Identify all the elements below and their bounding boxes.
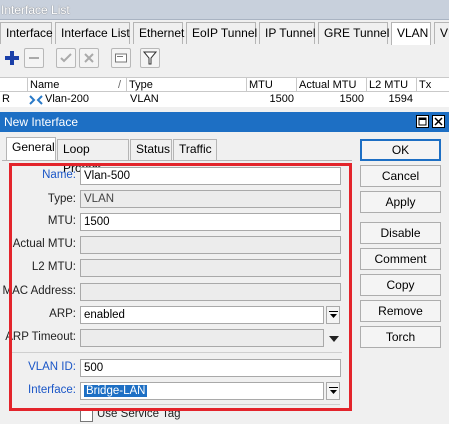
add-button[interactable]	[2, 48, 22, 68]
arp-timeout-expand-button[interactable]	[329, 334, 339, 346]
disable-icon	[84, 53, 94, 63]
interface-selected-value: Bridge-LAN	[84, 385, 148, 397]
ok-button[interactable]: OK	[360, 139, 441, 161]
column-mtu[interactable]: MTU	[247, 78, 297, 92]
tab-ip-tunnel[interactable]: IP Tunnel	[259, 22, 315, 44]
triangle-down-icon	[329, 336, 339, 342]
row-name: Vlan-200	[45, 93, 90, 105]
interface-list-toolbar	[0, 47, 449, 71]
new-interface-title-bar[interactable]: New Interface	[0, 112, 449, 132]
actual-mtu-label: Actual MTU:	[12, 238, 76, 250]
name-field[interactable]: Vlan-500	[80, 167, 341, 185]
tab-loop-protect[interactable]: Loop Protect	[57, 139, 129, 175]
mtu-label: MTU:	[47, 215, 76, 227]
maximize-button[interactable]	[416, 115, 429, 128]
interface-select[interactable]: Bridge-LAN	[80, 382, 324, 400]
l2-mtu-field	[80, 259, 341, 277]
column-actual-mtu[interactable]: Actual MTU	[297, 78, 367, 92]
interface-label: Interface:	[28, 384, 76, 396]
close-button[interactable]	[432, 115, 445, 128]
dialog-title: New Interface	[4, 115, 79, 129]
copy-button[interactable]: Copy	[360, 274, 441, 296]
mtu-field[interactable]: 1500	[80, 213, 341, 231]
type-label: Type:	[47, 193, 76, 205]
arp-select[interactable]: enabled	[80, 306, 324, 324]
column-sort-indicator: /	[116, 78, 127, 92]
disable-button[interactable]: Disable	[360, 222, 441, 244]
vlan-id-label: VLAN ID:	[28, 361, 76, 373]
arp-timeout-label: ARP Timeout:	[5, 331, 76, 343]
enable-button[interactable]	[56, 48, 76, 68]
tab-divider	[2, 160, 352, 161]
tab-gre-tunnel[interactable]: GRE Tunnel	[318, 22, 389, 44]
comment-icon	[115, 53, 127, 63]
column-tx[interactable]: Tx	[417, 78, 449, 92]
l2-mtu-label: L2 MTU:	[31, 261, 76, 273]
interface-list-title: Interface List	[1, 3, 70, 17]
enable-icon	[60, 53, 72, 63]
type-field: VLAN	[80, 190, 341, 208]
interface-dropdown-button[interactable]	[326, 382, 340, 400]
filter-button[interactable]	[140, 48, 160, 68]
column-name[interactable]: Name	[28, 78, 116, 92]
torch-button[interactable]: Torch	[360, 326, 441, 348]
section-divider	[12, 352, 342, 353]
cancel-button[interactable]: Cancel	[360, 165, 441, 187]
maximize-icon	[418, 117, 427, 126]
row-l2-mtu: 1594	[388, 93, 413, 105]
remove-icon	[29, 57, 39, 59]
vlan-interface-icon	[29, 92, 43, 107]
mac-address-field	[80, 283, 341, 301]
actual-mtu-field	[80, 236, 341, 254]
row-mtu: 1500	[269, 93, 294, 105]
row-tx	[419, 92, 447, 107]
interface-table-header: Name / Type MTU Actual MTU L2 MTU Tx	[0, 77, 449, 92]
new-interface-dialog: General Loop Protect Status Traffic OK C…	[0, 132, 449, 424]
vlan-id-field[interactable]: 500	[80, 359, 341, 377]
name-label: Name:	[42, 169, 76, 181]
close-icon	[434, 117, 443, 126]
tab-interface-list[interactable]: Interface List	[55, 22, 130, 44]
arp-label: ARP:	[49, 308, 76, 320]
remove-button[interactable]: Remove	[360, 300, 441, 322]
table-row[interactable]: R Vlan-200 VLAN 1500 1500 1594	[0, 92, 449, 107]
column-flag[interactable]	[0, 78, 28, 92]
arp-timeout-field[interactable]	[80, 329, 324, 347]
section-divider-2	[80, 404, 340, 405]
tab-status[interactable]: Status	[130, 139, 172, 160]
tab-vlan[interactable]: VLAN	[391, 22, 431, 45]
column-l2-mtu[interactable]: L2 MTU	[367, 78, 417, 92]
remove-button[interactable]	[24, 48, 44, 68]
mac-address-label: MAC Address:	[2, 285, 77, 297]
add-icon	[5, 51, 19, 65]
filter-icon	[143, 51, 157, 65]
chevron-down-icon	[329, 311, 338, 318]
row-actual-mtu: 1500	[339, 93, 364, 105]
disable-button[interactable]	[79, 48, 99, 68]
use-service-tag-label: Use Service Tag	[97, 408, 181, 420]
column-type[interactable]: Type	[127, 78, 247, 92]
tab-traffic[interactable]: Traffic	[173, 139, 217, 160]
comment-button[interactable]: Comment	[360, 248, 441, 270]
comment-button[interactable]	[111, 48, 131, 68]
tab-interface[interactable]: Interface	[0, 22, 53, 44]
use-service-tag-checkbox[interactable]	[80, 409, 93, 422]
chevron-down-icon	[329, 387, 338, 394]
tab-ethernet[interactable]: Ethernet	[133, 22, 184, 44]
tab-vf[interactable]: VF	[434, 22, 449, 44]
tab-eoip-tunnel[interactable]: EoIP Tunnel	[186, 22, 257, 44]
row-type: VLAN	[130, 93, 159, 105]
arp-dropdown-button[interactable]	[326, 306, 340, 324]
row-flag: R	[2, 93, 10, 105]
apply-button[interactable]: Apply	[360, 191, 441, 213]
interface-list-title-bar[interactable]: Interface List	[0, 0, 449, 20]
tab-general[interactable]: General	[6, 137, 56, 161]
